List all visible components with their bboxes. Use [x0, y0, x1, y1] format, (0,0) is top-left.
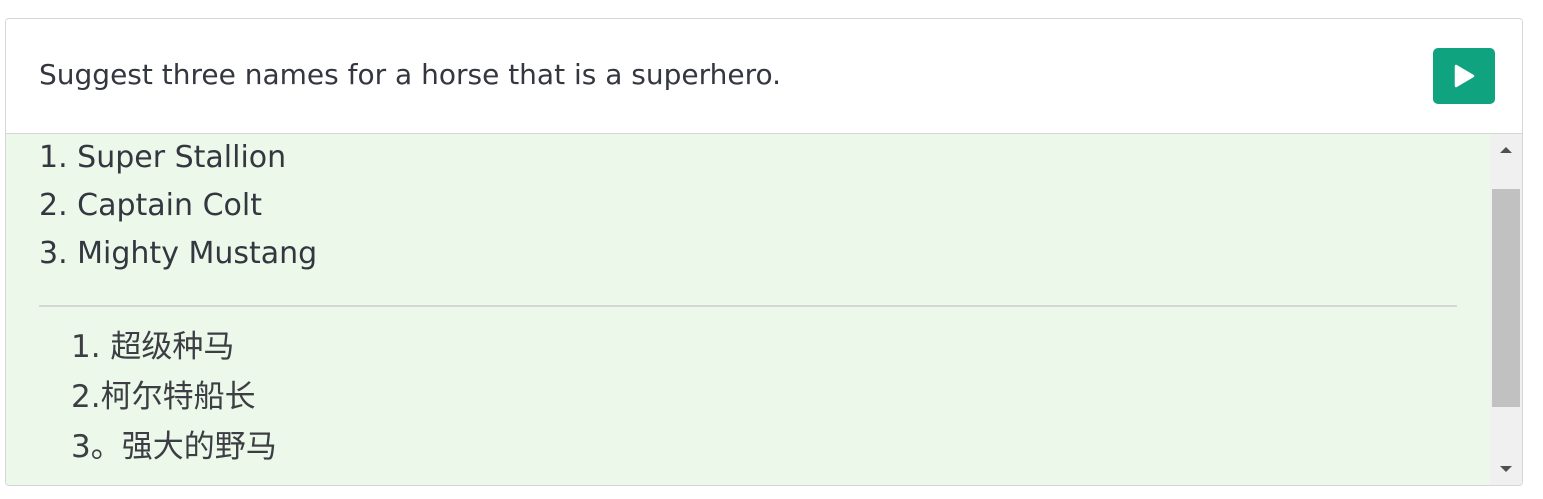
run-button[interactable] — [1433, 48, 1495, 104]
list-item: 2.柯尔特船长 — [71, 379, 256, 415]
english-list: 1. Super Stallion 2. Captain Colt 3. Mig… — [39, 134, 1457, 278]
vertical-scrollbar[interactable] — [1490, 134, 1522, 485]
output-area: 1. Super Stallion 2. Captain Colt 3. Mig… — [6, 134, 1522, 485]
divider — [39, 305, 1457, 307]
arrow-down-icon — [1500, 466, 1512, 472]
play-icon — [1454, 64, 1475, 88]
list-item: 3。强大的野马 — [71, 429, 277, 465]
completion-card: Suggest three names for a horse that is … — [5, 18, 1523, 486]
scroll-up-button[interactable] — [1490, 138, 1522, 162]
scroll-down-button[interactable] — [1490, 457, 1522, 481]
prompt-text[interactable]: Suggest three names for a horse that is … — [39, 55, 781, 95]
chinese-list: 1. 超级种马 2.柯尔特船长 3。强大的野马 — [71, 322, 277, 472]
list-item: 1. Super Stallion — [39, 140, 287, 175]
list-item: 1. 超级种马 — [71, 329, 235, 365]
scroll-thumb[interactable] — [1492, 189, 1520, 407]
arrow-up-icon — [1500, 147, 1512, 153]
list-item: 2. Captain Colt — [39, 188, 262, 223]
prompt-row: Suggest three names for a horse that is … — [6, 19, 1522, 134]
list-item: 3. Mighty Mustang — [39, 236, 318, 271]
